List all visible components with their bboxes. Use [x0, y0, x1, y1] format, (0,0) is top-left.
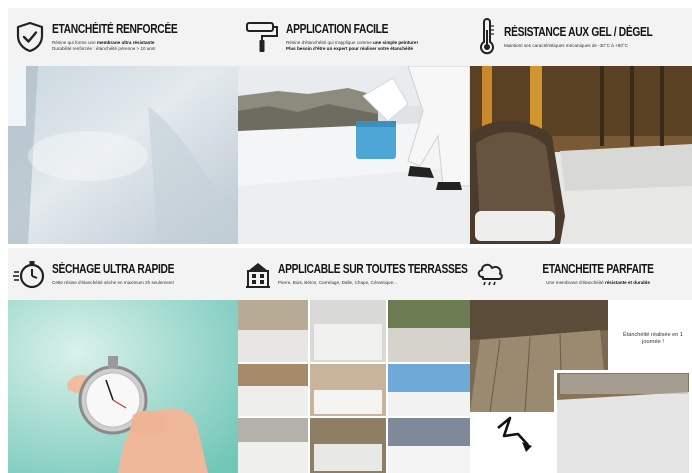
photo-terrace-with-chair — [470, 66, 692, 244]
panel-title: APPLICABLE SUR TOUTES TERRASSES — [278, 262, 468, 276]
feature-grid: ETANCHÉITÉ RENFORCÉE Résine qui forme un… — [0, 0, 692, 473]
panel-title: RÉSISTANCE AUX GEL / DÉGEL — [504, 25, 653, 39]
panel-subtitle: Cette résine d'étanchéité sèche en maxim… — [52, 280, 174, 285]
panel-sechage-rapide: SÉCHAGE ULTRA RAPIDE Cette résine d'étan… — [8, 248, 238, 473]
panel-etancheite-renforcee: ETANCHÉITÉ RENFORCÉE Résine qui forme un… — [8, 8, 238, 244]
stopwatch-icon — [8, 248, 52, 300]
overlay-note: Étanchéité réalisée en 1 journée ! — [622, 332, 684, 345]
paint-roller-icon — [238, 8, 286, 66]
rain-cloud-icon — [470, 248, 510, 300]
panel-subtitle: Maintient ses caractéristiques mécanique… — [504, 43, 629, 48]
shield-check-icon — [8, 8, 52, 66]
panel-header: SÉCHAGE ULTRA RAPIDE Cette résine d'étan… — [8, 248, 238, 300]
building-icon — [238, 248, 278, 300]
panel-header: RÉSISTANCE AUX GEL / DÉGEL Maintient ses… — [470, 8, 692, 66]
panel-title: ETANCHEITE PARFAITE — [542, 262, 654, 276]
panel-etancheite-parfaite: ETANCHEITE PARFAITE Une membrane d'étanc… — [470, 248, 692, 473]
panel-header: APPLICABLE SUR TOUTES TERRASSES Pierre, … — [238, 248, 470, 300]
panel-title: SÉCHAGE ULTRA RAPIDE — [52, 262, 175, 276]
panel-subtitle-2: Plus besoin d'être un expert pour réalis… — [286, 46, 413, 51]
panel-header: ETANCHÉITÉ RENFORCÉE Résine qui forme un… — [8, 8, 238, 66]
photo-hand-stopwatch — [8, 300, 238, 473]
photo-white-terrace — [8, 66, 238, 244]
panel-subtitle: Une membrane d'étanchéité résistante et … — [546, 280, 650, 285]
panel-application-facile: APPLICATION FACILE Résine d'étanchéité q… — [238, 8, 470, 244]
photo-collage-terraces — [238, 300, 470, 473]
panel-title: ETANCHÉITÉ RENFORCÉE — [52, 22, 178, 36]
panel-resistance-gel: RÉSISTANCE AUX GEL / DÉGEL Maintient ses… — [470, 8, 692, 244]
panel-subtitle: Pierre, Bois, Béton, Carrelage, Dalle, C… — [278, 280, 397, 285]
thermometer-icon — [470, 8, 504, 66]
photo-painter-pouring-resin — [238, 66, 470, 244]
panel-applicable-terrasses: APPLICABLE SUR TOUTES TERRASSES Pierre, … — [238, 248, 470, 473]
panel-subtitle-2: Durabilité renforcée : étanchéité pérenn… — [52, 46, 156, 51]
panel-title: APPLICATION FACILE — [286, 22, 389, 36]
panel-header: ETANCHEITE PARFAITE Une membrane d'étanc… — [470, 248, 692, 300]
panel-header: APPLICATION FACILE Résine d'étanchéité q… — [238, 8, 470, 66]
photo-before-after: Étanchéité réalisée en 1 journée ! — [470, 300, 692, 473]
